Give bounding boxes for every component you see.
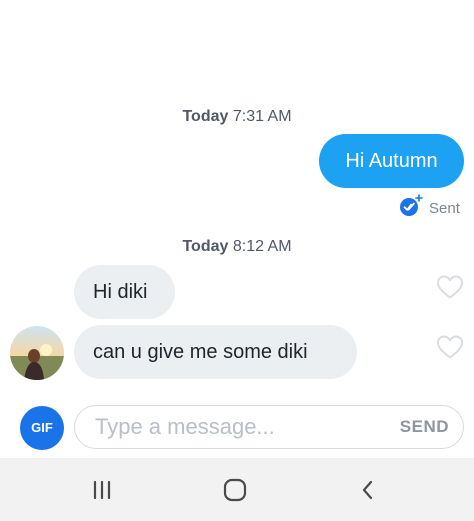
- gif-button[interactable]: GIF: [20, 406, 64, 450]
- incoming-message-bubble[interactable]: can u give me some diki: [74, 325, 357, 379]
- send-button[interactable]: SEND: [400, 417, 449, 437]
- message-input[interactable]: [95, 413, 365, 441]
- incoming-message-bubble[interactable]: Hi diki: [74, 265, 175, 319]
- avatar[interactable]: [10, 326, 64, 380]
- timestamp-day: Today: [182, 238, 229, 255]
- outgoing-message-bubble[interactable]: Hi Autumn: [319, 134, 464, 188]
- message-text: Hi Autumn: [345, 150, 438, 172]
- system-navigation-bar: [0, 458, 474, 521]
- sent-status-label: Sent: [429, 199, 460, 217]
- back-icon[interactable]: [352, 474, 384, 506]
- timestamp-time: 7:31 AM: [232, 108, 292, 125]
- check-badge-icon: [399, 193, 423, 223]
- timestamp-time: 8:12 AM: [232, 238, 292, 255]
- message-text: Hi diki: [93, 281, 148, 303]
- heart-outline-icon[interactable]: [436, 334, 464, 360]
- message-composer: SEND: [74, 405, 464, 449]
- message-timestamp: Today 7:31 AM: [0, 108, 474, 126]
- message-text: can u give me some diki: [93, 341, 308, 363]
- home-icon[interactable]: [219, 474, 251, 506]
- recent-apps-icon[interactable]: [86, 474, 118, 506]
- heart-outline-icon[interactable]: [436, 274, 464, 300]
- message-timestamp: Today 8:12 AM: [0, 238, 474, 256]
- timestamp-day: Today: [182, 108, 229, 125]
- message-status: Sent: [399, 193, 460, 223]
